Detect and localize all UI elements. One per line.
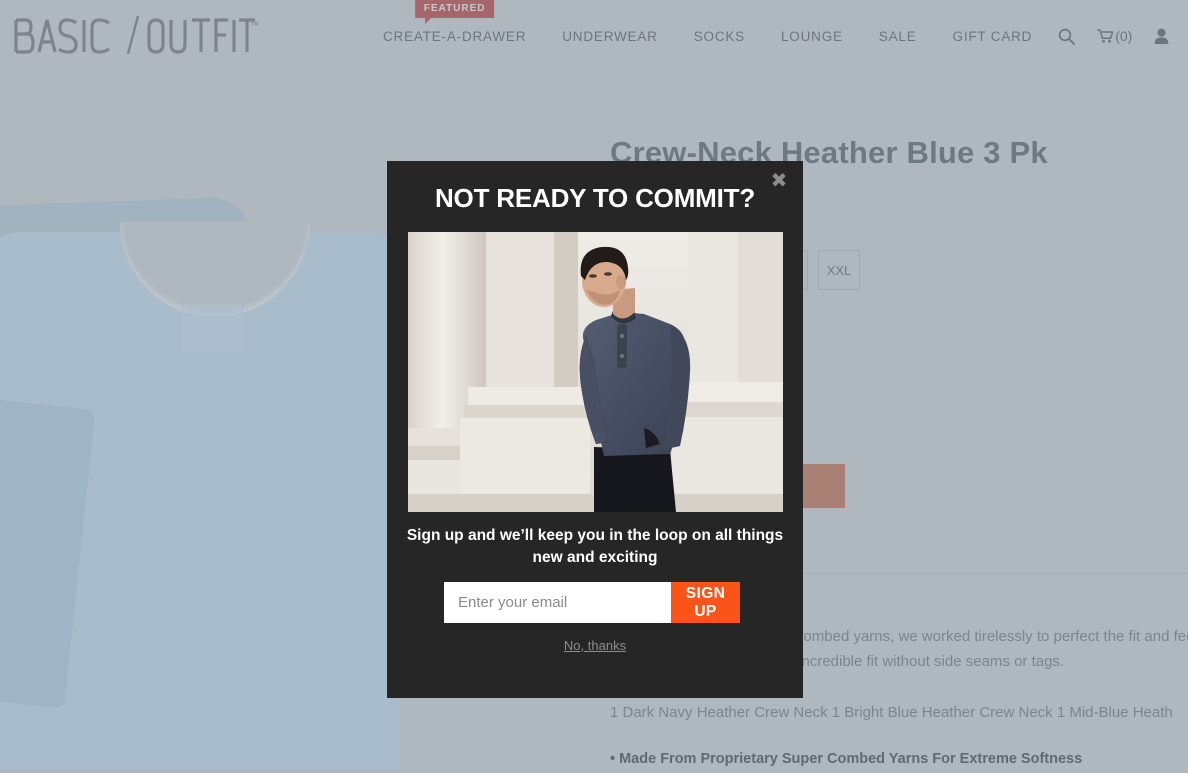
- signup-form: SIGN UP: [444, 582, 740, 623]
- no-thanks-link[interactable]: No, thanks: [387, 638, 803, 653]
- modal-headline: NOT READY TO COMMIT?: [434, 183, 756, 213]
- email-field[interactable]: [444, 582, 671, 623]
- signup-modal: ✖ NOT READY TO COMMIT? Sign up and we’ll…: [387, 161, 803, 698]
- signup-button[interactable]: SIGN UP: [671, 582, 740, 623]
- modal-overlay: ✖ NOT READY TO COMMIT? Sign up and we’ll…: [0, 0, 1188, 770]
- modal-hero-image: [408, 232, 783, 512]
- modal-subtext: Sign up and we’ll keep you in the loop o…: [406, 527, 784, 566]
- close-icon[interactable]: ✖: [767, 169, 791, 193]
